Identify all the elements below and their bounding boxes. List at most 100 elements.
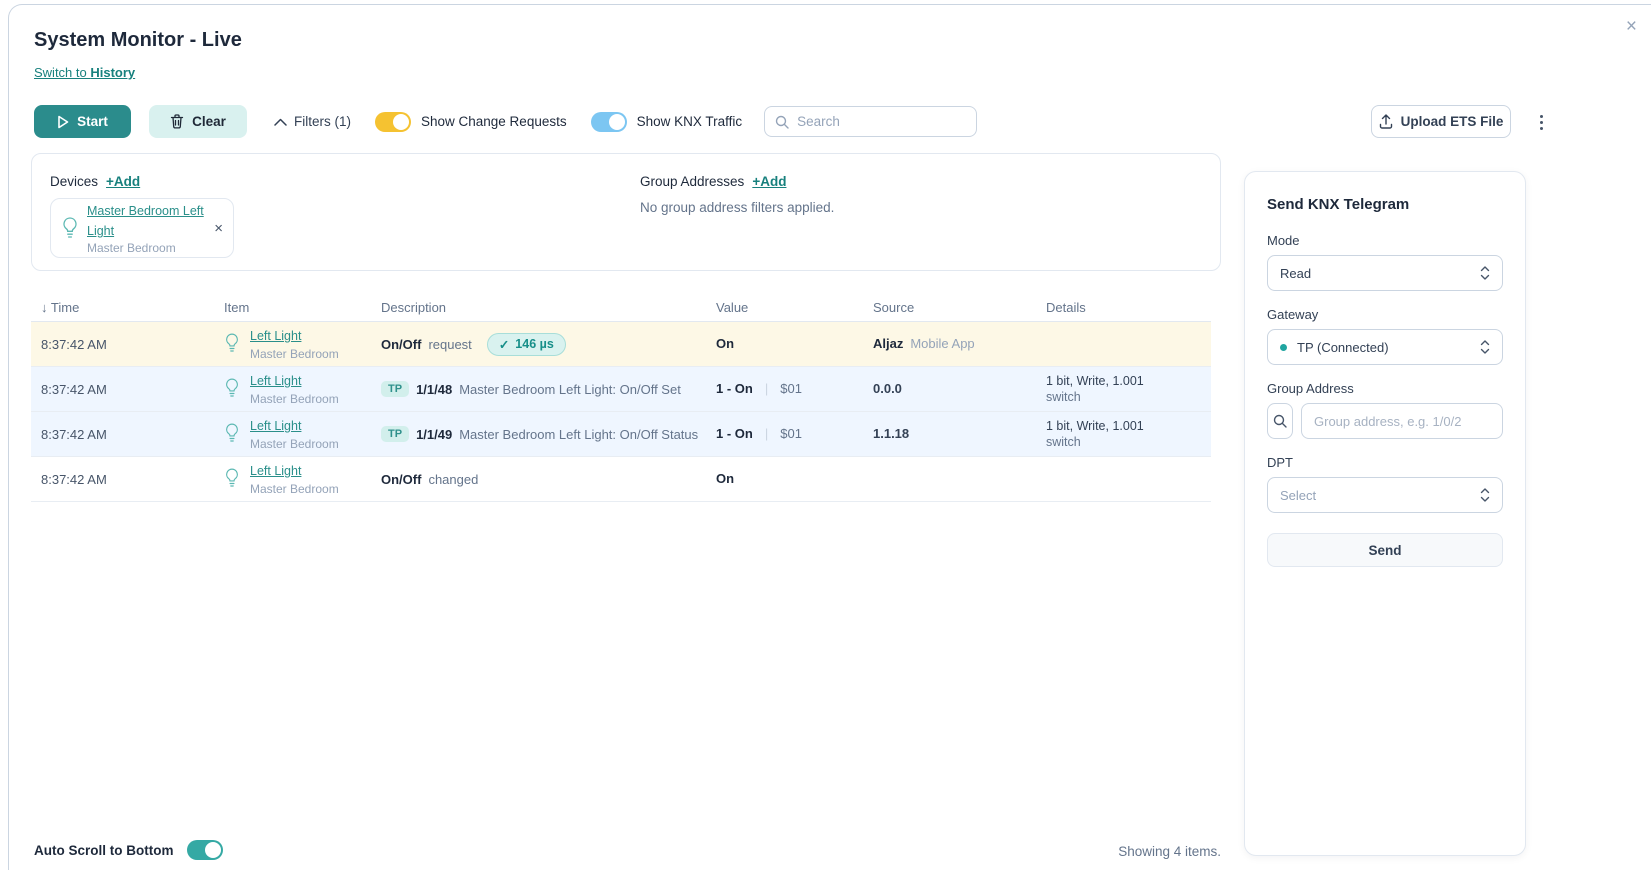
dpt-select[interactable]: Select <box>1267 477 1503 513</box>
clear-button[interactable]: Clear <box>149 105 247 138</box>
showing-items-text: Showing 4 items. <box>1031 844 1221 859</box>
column-header-details: Details <box>1036 300 1211 315</box>
group-address-label: Group Address <box>1267 381 1503 396</box>
toggle-knob <box>609 114 625 130</box>
page-title: System Monitor - Live <box>34 29 242 52</box>
send-button[interactable]: Send <box>1267 533 1503 567</box>
item-name-link[interactable]: Left Light <box>250 419 301 433</box>
mode-label: Mode <box>1267 233 1503 248</box>
column-header-item: Item <box>214 300 371 315</box>
event-source: AljazMobile App <box>863 335 1036 353</box>
event-time: 8:37:42 AM <box>31 427 214 442</box>
event-value: 1 - On|$01 <box>706 380 863 398</box>
switch-to-history-link[interactable]: Switch to History <box>34 65 135 80</box>
close-icon[interactable]: × <box>1626 17 1637 36</box>
event-item: Left Light Master Bedroom <box>214 327 371 361</box>
event-table: ↓ Time Item Description Value Source Det… <box>31 294 1211 502</box>
event-item: Left Light Master Bedroom <box>214 417 371 451</box>
event-item: Left Light Master Bedroom <box>214 462 371 496</box>
search-input[interactable] <box>797 114 974 129</box>
sort-descending-icon: ↓ <box>41 300 48 315</box>
gateway-select[interactable]: TP (Connected) <box>1267 329 1503 365</box>
item-name-link[interactable]: Left Light <box>250 329 301 343</box>
light-bulb-icon <box>224 422 242 446</box>
event-source: 0.0.0 <box>873 381 902 396</box>
light-bulb-icon <box>224 377 242 401</box>
gateway-label: Gateway <box>1267 307 1503 322</box>
item-name-link[interactable]: Left Light <box>250 374 301 388</box>
item-room: Master Bedroom <box>250 392 339 406</box>
device-filter-chip: Master Bedroom Left Light Master Bedroom… <box>50 198 234 258</box>
event-value: 1 - On|$01 <box>706 425 863 443</box>
remove-device-filter-icon[interactable]: × <box>214 220 223 237</box>
toggle-knob <box>393 114 409 130</box>
column-header-time[interactable]: ↓ Time <box>31 300 214 315</box>
toggle-knob <box>205 842 221 858</box>
search-icon <box>775 115 789 129</box>
light-bulb-icon <box>224 467 242 491</box>
play-icon <box>57 115 69 129</box>
table-row: 8:37:42 AM Left Light Master Bedroom On/O… <box>31 457 1211 502</box>
group-address-input[interactable] <box>1301 403 1503 439</box>
event-time: 8:37:42 AM <box>31 382 214 397</box>
device-chip-room: Master Bedroom <box>87 241 206 255</box>
group-address: 1/1/49 <box>416 427 452 442</box>
event-description: On/Off changed <box>371 472 706 487</box>
chevron-up-icon <box>274 118 287 126</box>
event-value: On <box>716 336 734 351</box>
light-bulb-icon <box>224 332 242 356</box>
item-room: Master Bedroom <box>250 347 339 361</box>
show-knx-traffic-toggle[interactable] <box>591 112 627 132</box>
event-time: 8:37:42 AM <box>31 472 214 487</box>
item-room: Master Bedroom <box>250 437 339 451</box>
event-description: On/Off request ✓146 µs <box>371 333 706 356</box>
medium-badge: TP <box>381 381 409 397</box>
search-box <box>764 106 977 137</box>
item-room: Master Bedroom <box>250 482 339 496</box>
table-header-row: ↓ Time Item Description Value Source Det… <box>31 294 1211 322</box>
chevron-updown-icon <box>1480 487 1490 503</box>
group-address: 1/1/48 <box>416 382 452 397</box>
group-addresses-add-link[interactable]: +Add <box>752 174 786 189</box>
start-button[interactable]: Start <box>34 105 131 138</box>
group-addresses-empty-text: No group address filters applied. <box>640 200 834 215</box>
event-value: On <box>716 471 734 486</box>
chevron-updown-icon <box>1480 265 1490 281</box>
upload-icon <box>1379 114 1393 129</box>
show-change-requests-label: Show Change Requests <box>421 114 567 129</box>
dpt-label: DPT <box>1267 455 1503 470</box>
panel-title: Send KNX Telegram <box>1267 196 1503 213</box>
device-chip-name-link[interactable]: Master Bedroom Left Light <box>87 204 204 238</box>
devices-label: Devices <box>50 174 98 189</box>
event-details: 1 bit, Write, 1.001switch <box>1036 374 1211 404</box>
send-knx-telegram-panel: Send KNX Telegram Mode Read Gateway TP (… <box>1244 171 1526 856</box>
show-change-requests-toggle[interactable] <box>375 112 411 132</box>
mode-select[interactable]: Read <box>1267 255 1503 291</box>
light-bulb-icon <box>61 216 79 240</box>
filters-panel: Devices +Add Master Bedroom Left Light M… <box>31 153 1221 271</box>
auto-scroll-toggle[interactable] <box>187 840 223 860</box>
event-time: 8:37:42 AM <box>31 337 214 352</box>
check-icon: ✓ <box>499 337 509 352</box>
system-monitor-modal: System Monitor - Live Switch to History … <box>8 4 1651 870</box>
event-item: Left Light Master Bedroom <box>214 372 371 406</box>
event-source: 1.1.18 <box>873 426 909 441</box>
filters-toggle[interactable]: Filters (1) <box>274 114 351 129</box>
event-details: 1 bit, Write, 1.001switch <box>1036 419 1211 449</box>
event-description: TP 1/1/48 Master Bedroom Left Light: On/… <box>371 381 706 397</box>
latency-badge: ✓146 µs <box>487 333 566 356</box>
column-header-value: Value <box>706 300 863 315</box>
table-row: 8:37:42 AM Left Light Master Bedroom TP 1… <box>31 412 1211 457</box>
item-name-link[interactable]: Left Light <box>250 464 301 478</box>
devices-add-link[interactable]: +Add <box>106 174 140 189</box>
trash-icon <box>170 114 184 129</box>
upload-ets-file-button[interactable]: Upload ETS File <box>1371 105 1511 138</box>
column-header-source: Source <box>863 300 1036 315</box>
medium-badge: TP <box>381 426 409 442</box>
event-description: TP 1/1/49 Master Bedroom Left Light: On/… <box>371 426 706 442</box>
chevron-updown-icon <box>1480 339 1490 355</box>
more-options-icon[interactable] <box>1530 109 1552 135</box>
column-header-description: Description <box>371 300 706 315</box>
group-address-search-button[interactable] <box>1267 403 1293 439</box>
group-addresses-label: Group Addresses <box>640 174 744 189</box>
